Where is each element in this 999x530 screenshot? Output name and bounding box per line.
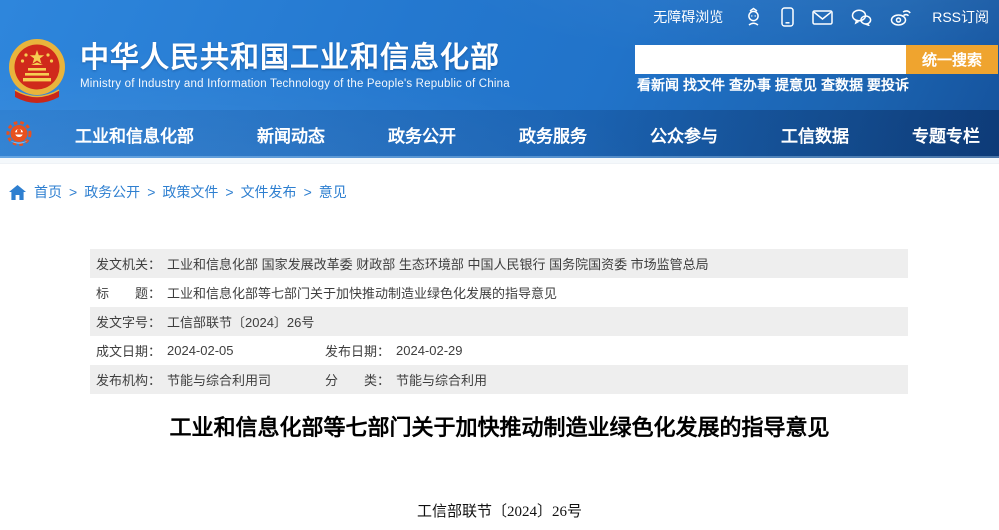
mobile-icon[interactable]	[781, 7, 794, 27]
meta-cell: 发布机构： 节能与综合利用司	[96, 370, 325, 389]
meta-row: 成文日期： 2024-02-05 发布日期： 2024-02-29	[90, 336, 908, 365]
breadcrumb-separator: >	[225, 184, 234, 200]
quick-link-6[interactable]: 要投诉	[867, 75, 909, 95]
breadcrumb-item-5: 意见	[318, 184, 347, 200]
meta-colon: ：	[148, 315, 162, 330]
quick-link-2[interactable]: 找文件	[683, 75, 725, 95]
meta-colon: ：	[148, 373, 162, 388]
meta-value: 节能与综合利用	[396, 373, 488, 388]
meta-value: 2024-02-29	[396, 343, 463, 358]
meta-row: 发文字号： 工信部联节〔2024〕26号	[90, 307, 908, 336]
meta-colon: ：	[377, 373, 391, 388]
breadcrumb-separator: >	[69, 184, 78, 200]
meta-cell: 成文日期： 2024-02-05	[96, 341, 325, 360]
meta-label: 发布机构	[96, 373, 149, 388]
nav-item-7[interactable]: 专题专栏	[912, 122, 980, 147]
meta-label: 发文机关	[96, 257, 149, 272]
nav-item-2[interactable]: 新闻动态	[257, 122, 325, 147]
site-identity: 中华人民共和国工业和信息化部 Ministry of Industry and …	[80, 41, 510, 90]
quick-link-3[interactable]: 查办事	[729, 75, 771, 95]
accessibility-link[interactable]: 无障碍浏览	[653, 7, 723, 27]
topbar: 无障碍浏览 RSS订阅	[0, 0, 999, 34]
main-nav: 工业和信息化部 新闻动态 政务公开 政务服务 公众参与 工信数据 专题专栏	[0, 110, 999, 158]
mail-icon[interactable]	[812, 9, 833, 25]
meta-colon: ：	[148, 257, 162, 272]
breadcrumb-item-2[interactable]: 政务公开	[84, 184, 140, 200]
breadcrumb: 首页 > 政务公开 > 政策文件 > 文件发布 > 意见	[0, 164, 999, 202]
meta-row: 发布机构：节能与综合利用司 分类：节能与综合利用	[90, 365, 908, 394]
meta-value: 节能与综合利用司	[167, 373, 272, 388]
meta-cell: 发文字号： 工信部联节〔2024〕26号	[96, 312, 314, 331]
meta-cell: 标题： 工业和信息化部等七部门关于加快推动制造业绿色化发展的指导意见	[96, 283, 557, 302]
nav-item-4[interactable]: 政务服务	[519, 122, 587, 147]
meta-cell: 发文机关： 工业和信息化部 国家发展改革委 财政部 生态环境部 中国人民银行 国务…	[96, 254, 709, 273]
national-emblem-icon	[8, 37, 66, 106]
breadcrumb-items: 首页 > 政务公开 > 政策文件 > 文件发布 > 意见	[34, 182, 347, 202]
meta-label: 标题	[96, 286, 148, 301]
meta-colon: ：	[148, 344, 162, 359]
nav-item-3[interactable]: 政务公开	[388, 122, 456, 147]
document-number: 工信部联节〔2024〕26号	[416, 504, 582, 520]
quick-link-5[interactable]: 查数据	[821, 75, 863, 95]
meta-label: 成文日期	[96, 344, 149, 359]
miit-gear-logo-icon	[6, 121, 32, 147]
breadcrumb-item-3[interactable]: 政策文件	[162, 184, 218, 200]
search-input[interactable]	[635, 45, 906, 74]
breadcrumb-separator: >	[303, 184, 312, 200]
home-icon[interactable]	[9, 184, 26, 200]
weibo-icon[interactable]	[890, 9, 911, 26]
mascot-icon[interactable]	[744, 7, 763, 27]
nav-items: 工业和信息化部 新闻动态 政务公开 政务服务 公众参与 工信数据 专题专栏	[75, 110, 980, 158]
meta-row: 发文机关： 工业和信息化部 国家发展改革委 财政部 生态环境部 中国人民银行 国务…	[90, 249, 908, 278]
site-subtitle: Ministry of Industry and Information Tec…	[80, 78, 510, 90]
meta-cell: 分类： 节能与综合利用	[325, 370, 487, 389]
quick-link-4[interactable]: 提意见	[775, 75, 817, 95]
quick-link-1[interactable]: 看新闻	[637, 75, 679, 95]
wechat-icon[interactable]	[851, 8, 872, 26]
document-title: 工业和信息化部等七部门关于加快推动制造业绿色化发展的指导意见	[169, 415, 830, 440]
meta-label: 发布日期	[325, 344, 378, 359]
breadcrumb-item-1[interactable]: 首页	[34, 184, 62, 200]
meta-cell: 发布日期： 2024-02-29	[325, 341, 463, 360]
rss-link[interactable]: RSS订阅	[932, 7, 989, 27]
meta-value: 工业和信息化部 国家发展改革委 财政部 生态环境部 中国人民银行 国务院国资委 …	[167, 257, 709, 272]
meta-value: 工业和信息化部等七部门关于加快推动制造业绿色化发展的指导意见	[167, 286, 558, 301]
meta-row: 标题： 工业和信息化部等七部门关于加快推动制造业绿色化发展的指导意见	[90, 278, 908, 307]
meta-label: 分类	[325, 373, 377, 388]
breadcrumb-item-4[interactable]: 文件发布	[241, 184, 297, 200]
meta-label: 发文字号	[96, 315, 149, 330]
document-meta-table: 发文机关：工业和信息化部 国家发展改革委 财政部 生态环境部 中国人民银行 国务…	[90, 249, 908, 394]
search-button[interactable]: 统一搜索	[906, 45, 998, 74]
meta-value: 2024-02-05	[167, 343, 234, 358]
meta-colon: ：	[148, 286, 162, 301]
nav-item-6[interactable]: 工信数据	[781, 122, 849, 147]
nav-item-1[interactable]: 工业和信息化部	[75, 122, 194, 147]
search-box: 统一搜索	[635, 45, 998, 74]
breadcrumb-separator: >	[147, 184, 156, 200]
nav-item-5[interactable]: 公众参与	[650, 122, 718, 147]
quick-links: 看新闻 找文件 查办事 提意见 查数据 要投诉	[637, 75, 909, 95]
site-title: 中华人民共和国工业和信息化部	[80, 42, 501, 74]
meta-colon: ：	[377, 344, 391, 359]
site-banner: 无障碍浏览 RSS订阅 中华人民共和国工业和信息化部 Ministry of I…	[0, 0, 999, 158]
meta-value: 工信部联节〔2024〕26号	[167, 315, 315, 330]
